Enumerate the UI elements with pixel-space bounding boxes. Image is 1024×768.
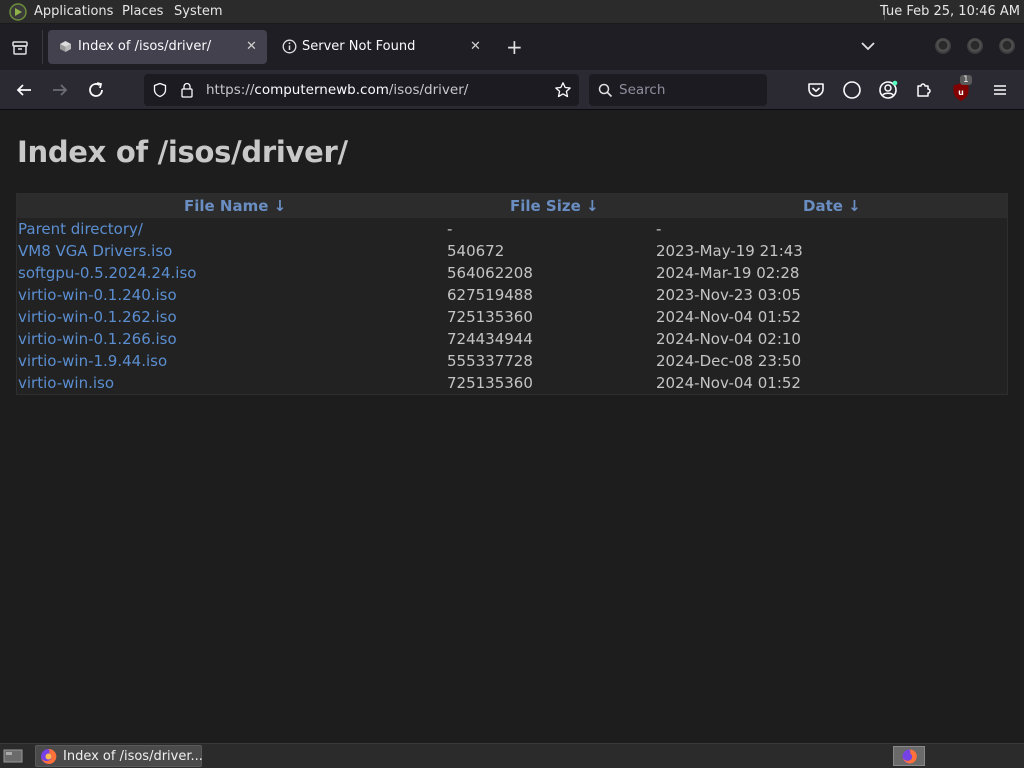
table-row: VM8 VGA Drivers.iso 540672 2023-May-19 2…	[17, 240, 1007, 262]
url-text[interactable]: https://computernewb.com/isos/driver/	[206, 82, 468, 98]
tab-index-of-isos-driver[interactable]: Index of /isos/driver/ ✕	[48, 30, 267, 64]
tab-divider	[42, 30, 43, 64]
tab-title: Index of /isos/driver/	[78, 39, 212, 54]
tab-close-icon[interactable]: ✕	[246, 39, 257, 54]
file-size: 564062208	[447, 264, 533, 282]
workspace-switcher[interactable]	[893, 746, 925, 766]
tab-close-icon[interactable]: ✕	[470, 39, 481, 54]
file-size: -	[447, 220, 453, 238]
file-size: 627519488	[447, 286, 533, 304]
table-row: virtio-win-0.1.266.iso 724434944 2024-No…	[17, 328, 1007, 350]
file-date: 2023-Nov-23 03:05	[656, 286, 801, 304]
window-close-button[interactable]	[999, 38, 1015, 54]
table-row: virtio-win-0.1.240.iso 627519488 2023-No…	[17, 284, 1007, 306]
tab-strip: Index of /isos/driver/ ✕ Server Not Foun…	[0, 24, 1024, 70]
table-header: File Name ↓ File Size ↓ Date ↓	[17, 194, 1007, 218]
file-link[interactable]: virtio-win.iso	[18, 374, 114, 392]
ublock-badge: 1	[960, 75, 972, 85]
url-scheme: https://	[206, 82, 255, 98]
taskbar-window-label: Index of /isos/driver...	[63, 749, 203, 764]
account-avatar-icon[interactable]	[876, 78, 900, 102]
reload-icon[interactable]	[84, 78, 108, 102]
desktop-bottom-panel: Index of /isos/driver...	[0, 743, 1024, 768]
taskbar-window-button[interactable]: Index of /isos/driver...	[35, 745, 203, 767]
file-link[interactable]: virtio-win-0.1.262.iso	[18, 308, 177, 326]
desktop-top-panel: Applications Places System Tue Feb 25, 1…	[0, 0, 1024, 24]
back-arrow-icon[interactable]	[12, 78, 36, 102]
show-desktop-icon[interactable]	[3, 748, 23, 764]
file-date: 2024-Nov-04 01:52	[656, 308, 801, 326]
file-link[interactable]: Parent directory/	[18, 220, 143, 238]
file-size: 725135360	[447, 308, 533, 326]
svg-text:u: u	[958, 88, 964, 97]
table-row: virtio-win-1.9.44.iso 555337728 2024-Dec…	[17, 350, 1007, 372]
menu-system[interactable]: System	[174, 4, 222, 19]
clock[interactable]: Tue Feb 25, 10:46 AM	[880, 4, 1020, 19]
window-minimize-button[interactable]	[935, 38, 951, 54]
forward-arrow-icon[interactable]	[48, 78, 72, 102]
menu-applications[interactable]: Applications	[34, 4, 113, 19]
window-maximize-button[interactable]	[967, 38, 983, 54]
lock-icon[interactable]	[180, 82, 194, 98]
directory-listing-table: File Name ↓ File Size ↓ Date ↓ Parent di…	[16, 193, 1008, 395]
file-size: 724434944	[447, 330, 533, 348]
file-link[interactable]: VM8 VGA Drivers.iso	[18, 242, 172, 260]
table-row-parent-directory: Parent directory/ - -	[17, 218, 1007, 240]
column-header-file-name[interactable]: File Name ↓	[184, 197, 286, 215]
file-date: 2024-Nov-04 01:52	[656, 374, 801, 392]
column-header-date[interactable]: Date ↓	[803, 197, 861, 215]
file-date: 2023-May-19 21:43	[656, 242, 803, 260]
ublock-origin-button[interactable]: u 1	[950, 75, 976, 103]
firefox-icon	[902, 749, 917, 764]
tracking-protection-shield-icon[interactable]	[152, 82, 168, 98]
pocket-icon[interactable]	[804, 78, 828, 102]
table-row: virtio-win.iso 725135360 2024-Nov-04 01:…	[17, 372, 1007, 394]
page-title: Index of /isos/driver/	[17, 135, 348, 169]
table-row: softgpu-0.5.2024.24.iso 564062208 2024-M…	[17, 262, 1007, 284]
page-content: Index of /isos/driver/ File Name ↓ File …	[0, 111, 1024, 743]
info-icon	[282, 39, 297, 54]
file-date: 2024-Dec-08 23:50	[656, 352, 802, 370]
file-link[interactable]: virtio-win-1.9.44.iso	[18, 352, 167, 370]
search-icon	[598, 83, 613, 98]
extensions-puzzle-icon[interactable]	[912, 78, 936, 102]
file-date: 2024-Nov-04 02:10	[656, 330, 801, 348]
url-host: computernewb.com	[254, 82, 389, 98]
tab-overview-icon[interactable]	[11, 39, 29, 57]
list-all-tabs-chevron-down-icon[interactable]	[860, 40, 876, 52]
file-link[interactable]: softgpu-0.5.2024.24.iso	[18, 264, 196, 282]
file-link[interactable]: virtio-win-0.1.240.iso	[18, 286, 177, 304]
column-header-file-size[interactable]: File Size ↓	[510, 197, 599, 215]
file-size: 725135360	[447, 374, 533, 392]
file-size: 555337728	[447, 352, 533, 370]
search-placeholder: Search	[619, 82, 666, 98]
search-bar[interactable]: Search	[589, 74, 767, 106]
navigation-toolbar: https://computernewb.com/isos/driver/ Se…	[0, 70, 1024, 110]
tab-title: Server Not Found	[302, 39, 416, 54]
firefox-icon	[41, 748, 57, 764]
page-favicon-icon	[60, 41, 71, 52]
file-link[interactable]: virtio-win-0.1.266.iso	[18, 330, 177, 348]
bookmark-star-icon[interactable]	[554, 81, 572, 99]
hamburger-menu-icon[interactable]	[988, 78, 1012, 102]
file-date: -	[656, 220, 662, 238]
menu-places[interactable]: Places	[122, 4, 163, 19]
url-path: /isos/driver/	[388, 82, 469, 98]
file-date: 2024-Mar-19 02:28	[656, 264, 800, 282]
file-size: 540672	[447, 242, 505, 260]
extension-circle-icon[interactable]	[840, 78, 864, 102]
tab-server-not-found[interactable]: Server Not Found ✕	[272, 30, 491, 64]
url-bar[interactable]: https://computernewb.com/isos/driver/	[144, 74, 579, 106]
new-tab-plus-icon[interactable]: +	[506, 35, 523, 59]
distro-logo-icon[interactable]	[9, 3, 27, 21]
table-row: virtio-win-0.1.262.iso 725135360 2024-No…	[17, 306, 1007, 328]
